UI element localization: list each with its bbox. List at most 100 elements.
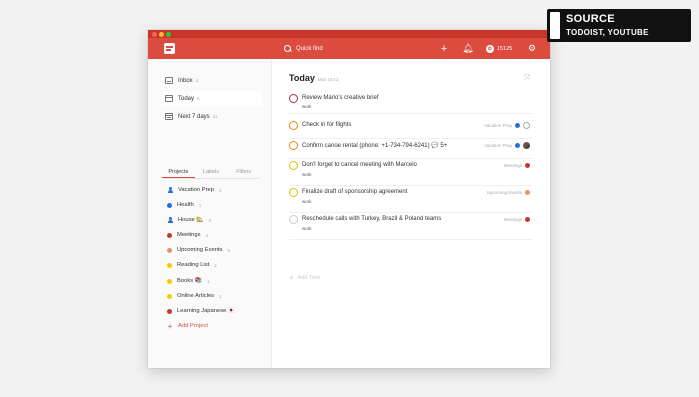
source-badge: SOURCE TODOIST, YOUTUBE	[547, 9, 691, 42]
project-count: 2	[214, 262, 217, 268]
project-label: Online Articles	[177, 293, 215, 299]
project-color-dot	[167, 308, 172, 314]
task-project-name[interactable]: Upcoming Events	[487, 190, 522, 195]
add-task-plus-icon[interactable]: +	[438, 42, 450, 55]
top-bar: Quick find + 🔔︎ ⏲ 15125 ⚙	[148, 38, 550, 59]
plus-icon: +	[289, 273, 294, 282]
quick-find-search[interactable]: Quick find	[284, 42, 323, 55]
minimize-window-button[interactable]	[159, 32, 164, 37]
tab-labels[interactable]: Labels	[195, 167, 228, 178]
task-item[interactable]: Reschedule calls with Turkey, Brazil & P…	[289, 213, 532, 240]
inbox-icon	[165, 77, 173, 84]
task-project-name[interactable]: Vacation Prep	[484, 143, 512, 148]
calendar-icon	[165, 95, 173, 102]
task-title: Review Mario's creative brief	[302, 95, 379, 101]
sidebar-item-label: Today	[178, 95, 195, 102]
task-meta: Vacation Prep	[484, 122, 530, 129]
source-subtitle: TODOIST, YOUTUBE	[566, 28, 649, 37]
sidebar-item-next-7-days[interactable]: Next 7 days 11	[162, 109, 262, 124]
task-title: Don't forget to cancel meeting with Marc…	[302, 162, 417, 168]
source-badge-bar	[550, 12, 560, 39]
task-title: Finalize draft of sponsorship agreement	[302, 189, 408, 195]
tab-projects[interactable]: Projects	[162, 167, 195, 178]
project-online-articles[interactable]: Online Articles 2	[167, 290, 222, 302]
project-upcoming-events[interactable]: Upcoming Events 5	[167, 244, 230, 256]
close-window-button[interactable]	[152, 32, 157, 37]
task-meta: Upcoming Events	[487, 190, 530, 195]
project-learning-japanese[interactable]: Learning Japanese 🇯🇵	[167, 305, 235, 317]
assignee-avatar[interactable]	[523, 142, 530, 149]
shared-project-person-icon	[167, 187, 173, 193]
task-checkbox[interactable]	[289, 121, 298, 130]
bell-icon[interactable]: 🔔︎	[462, 42, 474, 55]
plus-icon: +	[167, 321, 173, 331]
task-item[interactable]: Review Mario's creative brief work	[289, 92, 532, 114]
karma-indicator[interactable]: ⏲ 15125	[486, 43, 512, 54]
project-label: Reading List	[177, 262, 210, 268]
task-title: Reschedule calls with Turkey, Brazil & P…	[302, 216, 442, 222]
task-label: work	[302, 226, 312, 231]
project-vacation-prep[interactable]: Vacation Prep 4	[167, 184, 222, 196]
add-task-button[interactable]: + Add Task	[289, 273, 320, 282]
sidebar-item-inbox[interactable]: Inbox 4	[162, 73, 262, 88]
task-label: work	[302, 172, 312, 177]
project-color-dot	[167, 247, 172, 253]
task-project-name[interactable]: Meetings	[504, 163, 522, 168]
sidebar-item-label: Inbox	[178, 77, 193, 84]
project-meetings[interactable]: Meetings 4	[167, 229, 208, 241]
project-count: 4	[218, 187, 222, 193]
task-checkbox[interactable]	[289, 188, 298, 197]
page-title: Today	[289, 73, 315, 83]
task-project-dot	[525, 163, 530, 168]
task-project-dot	[525, 190, 530, 195]
task-label: work	[302, 104, 312, 109]
sidebar-item-today[interactable]: Today 6	[162, 91, 262, 106]
task-checkbox[interactable]	[289, 94, 298, 103]
tab-filters[interactable]: Filters	[227, 167, 260, 178]
task-checkbox[interactable]	[289, 161, 298, 170]
task-item[interactable]: Finalize draft of sponsorship agreement …	[289, 186, 532, 213]
project-count: 4	[205, 232, 209, 238]
project-house[interactable]: House 🏡 5	[167, 214, 211, 226]
project-color-dot	[167, 293, 172, 299]
task-checkbox[interactable]	[289, 141, 298, 150]
project-count: 1	[198, 202, 202, 208]
task-project-dot	[515, 123, 520, 128]
search-icon	[284, 44, 292, 53]
project-label: Upcoming Events	[177, 247, 223, 253]
maximize-window-button[interactable]	[166, 32, 171, 37]
task-meta: Vacation Prep	[484, 142, 530, 149]
sidebar-item-count: 4	[195, 78, 199, 83]
project-label: Vacation Prep	[178, 187, 214, 193]
sidebar-item-count: 11	[212, 114, 218, 119]
task-label: work	[302, 199, 312, 204]
project-label: House 🏡	[178, 217, 204, 223]
task-item[interactable]: Don't forget to cancel meeting with Marc…	[289, 159, 532, 186]
project-label: Health	[177, 202, 194, 208]
view-options-icon[interactable]: ⤧	[524, 73, 530, 83]
gear-icon[interactable]: ⚙	[526, 42, 538, 55]
project-reading-list[interactable]: Reading List 2	[167, 259, 217, 271]
task-project-name[interactable]: Vacation Prep	[484, 123, 512, 128]
project-health[interactable]: Health 1	[167, 199, 201, 211]
project-color-dot	[167, 278, 172, 284]
project-color-dot	[167, 232, 172, 238]
task-title: Confirm canoe rental (phone: +1-734-794-…	[302, 143, 448, 149]
title-bar	[148, 30, 550, 38]
task-title: Check in for flights	[302, 122, 352, 128]
sidebar-tabs: Projects Labels Filters	[162, 167, 260, 179]
shared-project-person-icon	[167, 217, 173, 223]
task-project-name[interactable]: Meetings	[504, 217, 522, 222]
task-item[interactable]: Check in for flights Vacation Prep	[289, 119, 532, 139]
assign-person-icon[interactable]	[523, 122, 530, 129]
todoist-logo-icon[interactable]	[164, 43, 175, 54]
project-books[interactable]: Books 📚 1	[167, 275, 209, 287]
add-project-button[interactable]: + Add Project	[167, 320, 208, 332]
page-date: Mon Oct 2	[317, 77, 339, 82]
project-count: 1	[206, 278, 210, 284]
quick-find-placeholder: Quick find	[296, 45, 323, 52]
project-count: 5	[227, 247, 230, 253]
task-checkbox[interactable]	[289, 215, 298, 224]
task-item[interactable]: Confirm canoe rental (phone: +1-734-794-…	[289, 139, 532, 159]
task-meta: Meetings	[504, 163, 530, 168]
